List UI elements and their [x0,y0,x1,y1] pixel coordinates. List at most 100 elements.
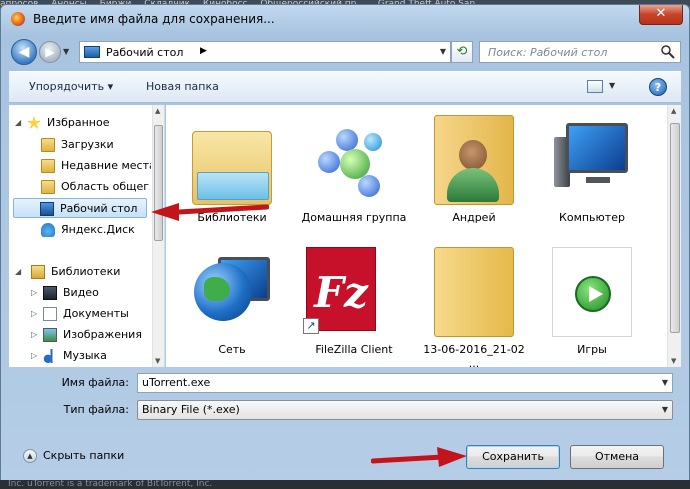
search-placeholder: Поиск: Рабочий стол [488,46,608,59]
nav-documents[interactable]: ▷ Документы [9,304,151,324]
item-user-folder[interactable]: Андрей [420,111,528,231]
command-toolbar: Упорядочить ▾ Новая папка ▼ ? [9,71,681,103]
close-button[interactable]: ✕ [639,5,683,25]
item-filezilla[interactable]: Fz ↗ FileZilla Client [300,243,408,363]
filename-dropdown-icon[interactable]: ▼ [662,374,668,392]
search-input[interactable]: Поиск: Рабочий стол [479,41,681,63]
nav-downloads[interactable]: Загрузки [9,135,151,155]
cancel-button[interactable]: Отмена [570,445,664,469]
collapse-icon[interactable]: ◢ [15,262,21,282]
organize-button[interactable]: Упорядочить ▾ [29,80,113,93]
chevron-up-icon: ▲ [23,449,37,463]
address-path[interactable]: Рабочий стол [106,46,183,59]
scrollbar-thumb[interactable] [154,125,163,241]
nav-recent-places[interactable]: Недавние места [9,156,151,176]
nav-music[interactable]: ▷ Музыка [9,346,151,366]
filetype-select[interactable]: Binary File (*.exe) ▼ [137,400,673,420]
item-network[interactable]: Сеть [178,243,286,363]
item-label: Компьютер [559,211,625,224]
filetype-label: Тип файла: [63,403,129,416]
nav-shared-area[interactable]: Область общег [9,177,151,197]
item-folder-dated[interactable]: 13-06-2016_21-02 ... [420,243,528,370]
filename-label: Имя файла: [61,376,129,389]
scroll-up-icon[interactable]: ▲ [671,107,676,115]
file-list-pane: Библиотеки Домашняя группа Андрей Компью… [166,105,681,370]
dialog-title: Введите имя файла для сохранения... [33,12,275,26]
save-button[interactable]: Сохранить [466,445,560,469]
expand-icon[interactable]: ▷ [31,304,37,324]
libraries-icon [192,131,272,205]
expand-icon[interactable]: ▷ [31,346,37,366]
filezilla-icon: Fz ↗ [303,247,376,334]
item-homegroup[interactable]: Домашняя группа [300,111,408,231]
browser-footer-text: Inc. uTorrent is a trademark of BitTorre… [0,480,690,489]
downloads-folder-icon [41,138,55,152]
nav-label: Избранное [47,116,110,129]
nav-label: Рабочий стол [60,202,138,215]
view-dropdown-icon[interactable]: ▼ [609,81,615,90]
scroll-down-icon[interactable]: ▼ [671,357,676,365]
breadcrumb-chevron-icon[interactable]: ▶ [200,46,207,56]
nav-video[interactable]: ▷ Видео [9,283,151,303]
item-label: Андрей [452,211,496,224]
item-label: FileZilla Client [315,343,393,356]
nav-yandex-disk[interactable]: Яндекс.Диск [9,220,151,240]
content-scrollbar[interactable]: ▲ ▼ [667,105,681,367]
folder-icon [41,180,55,194]
new-folder-button[interactable]: Новая папка [146,80,219,93]
navigation-pane: ◢ Избранное Загрузки Недавние места Обла… [9,105,165,367]
back-button[interactable]: ◀ [11,39,37,65]
desktop-icon [84,46,100,58]
item-computer[interactable]: Компьютер [538,111,646,231]
address-dropdown-icon[interactable]: ▼ [440,47,446,56]
scroll-up-icon[interactable]: ▲ [155,107,160,115]
view-options-icon[interactable] [587,80,603,93]
filetype-dropdown-icon[interactable]: ▼ [662,401,668,419]
folder-icon [434,247,514,337]
recent-places-icon [41,159,55,173]
desktop-icon [40,202,54,216]
user-folder-icon [434,115,514,205]
refresh-button[interactable]: ⟲ [451,41,473,63]
nav-label: Область общег [61,180,150,193]
nav-label: Документы [63,307,129,320]
star-icon [27,116,41,129]
documents-icon [43,307,57,321]
expand-icon[interactable]: ▷ [31,325,37,345]
music-icon [43,349,57,363]
item-games[interactable]: Игры [538,243,646,363]
nav-favorites[interactable]: ◢ Избранное [9,113,151,133]
nav-label: Изображения [63,328,142,341]
nav-images[interactable]: ▷ Изображения [9,325,151,345]
nav-scrollbar[interactable]: ▲ ▼ [152,105,164,367]
nav-libraries[interactable]: ◢ Библиотеки [9,262,151,282]
shortcut-arrow-icon: ↗ [303,318,319,334]
forward-button[interactable]: ▶ [39,41,61,63]
address-bar[interactable]: Рабочий стол ▶ ▼ [79,41,451,63]
dialog-titlebar[interactable]: Введите имя файла для сохранения... ✕ [1,5,689,33]
nav-label: Яндекс.Диск [61,223,135,236]
item-label: Сеть [218,343,246,356]
video-icon [43,286,57,300]
network-icon [192,247,272,337]
libraries-icon [31,265,45,279]
images-icon [43,328,57,342]
filename-value: uTorrent.exe [142,376,211,389]
nav-desktop[interactable]: Рабочий стол [13,198,147,218]
expand-icon[interactable]: ▷ [31,283,37,303]
computer-icon [552,115,632,205]
nav-label: Видео [63,286,99,299]
navigation-row: ◀ ▶ ▼ Рабочий стол ▶ ▼ ⟲ Поиск: Рабочий … [9,37,681,67]
filetype-value: Binary File (*.exe) [142,403,240,416]
filename-input[interactable]: uTorrent.exe ▼ [137,373,673,393]
recent-pages-dropdown-icon[interactable]: ▼ [63,47,69,56]
search-icon [661,45,675,59]
play-icon [575,276,611,312]
item-label: Игры [577,343,607,356]
collapse-icon[interactable]: ◢ [15,113,21,133]
nav-label: Недавние места [61,159,151,172]
scrollbar-thumb[interactable] [670,123,680,333]
file-fields: Имя файла: uTorrent.exe ▼ Тип файла: Bin… [9,371,681,427]
help-button[interactable]: ? [649,78,667,96]
scroll-down-icon[interactable]: ▼ [155,357,160,365]
